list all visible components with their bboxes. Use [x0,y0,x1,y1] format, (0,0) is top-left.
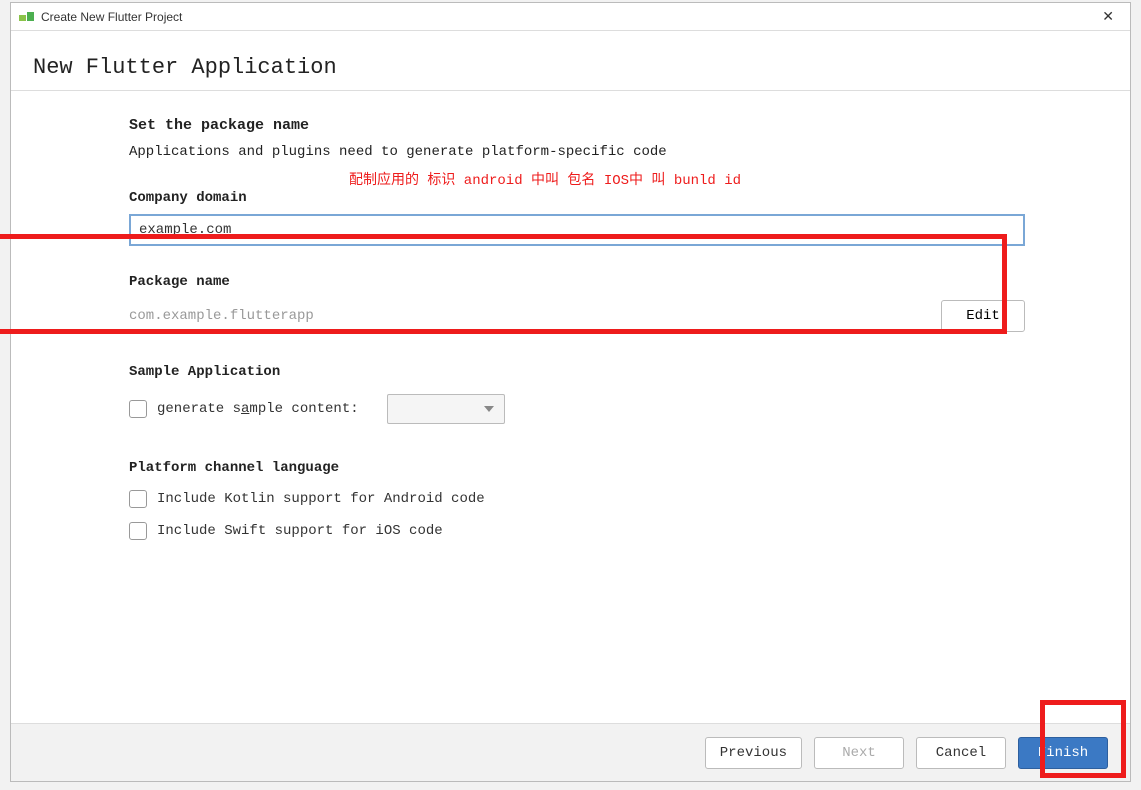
kotlin-checkbox[interactable] [129,490,147,508]
generate-sample-label: generate sample content: [157,401,359,417]
platform-channel-block: Platform channel language Include Kotlin… [129,460,1110,540]
annotation-text: 配制应用的 标识 android 中叫 包名 IOS中 叫 bunld id [349,169,741,189]
sample-application-label: Sample Application [129,364,1110,380]
sample-application-block: Sample Application generate sample conte… [129,364,1110,424]
window-title: Create New Flutter Project [41,10,182,24]
section-desc: Applications and plugins need to generat… [129,144,1110,160]
dialog-window: Create New Flutter Project ✕ New Flutter… [10,2,1131,782]
sample-content-combo[interactable] [387,394,505,424]
dialog-footer: Previous Next Cancel Finish [11,723,1130,781]
company-domain-input[interactable] [129,214,1025,246]
company-domain-label: Company domain [129,190,1110,206]
edit-button[interactable]: Edit [941,300,1025,332]
page-title: New Flutter Application [33,55,1108,80]
swift-label: Include Swift support for iOS code [157,523,443,539]
chevron-down-icon [484,406,494,412]
next-button: Next [814,737,904,769]
package-name-block: Package name com.example.flutterapp Edit [129,274,1025,332]
generate-sample-checkbox[interactable] [129,400,147,418]
package-name-value: com.example.flutterapp [129,308,314,324]
close-icon[interactable]: ✕ [1094,6,1122,27]
dialog-content: Set the package name Applications and pl… [11,91,1130,723]
finish-button[interactable]: Finish [1018,737,1108,769]
cancel-button[interactable]: Cancel [916,737,1006,769]
titlebar: Create New Flutter Project ✕ [11,3,1130,31]
platform-channel-label: Platform channel language [129,460,1110,476]
kotlin-label: Include Kotlin support for Android code [157,491,485,507]
section-title: Set the package name [129,117,1110,134]
previous-button[interactable]: Previous [705,737,802,769]
package-name-label: Package name [129,274,1025,290]
swift-checkbox[interactable] [129,522,147,540]
dialog-header: New Flutter Application [11,31,1130,91]
app-icon [19,11,35,23]
